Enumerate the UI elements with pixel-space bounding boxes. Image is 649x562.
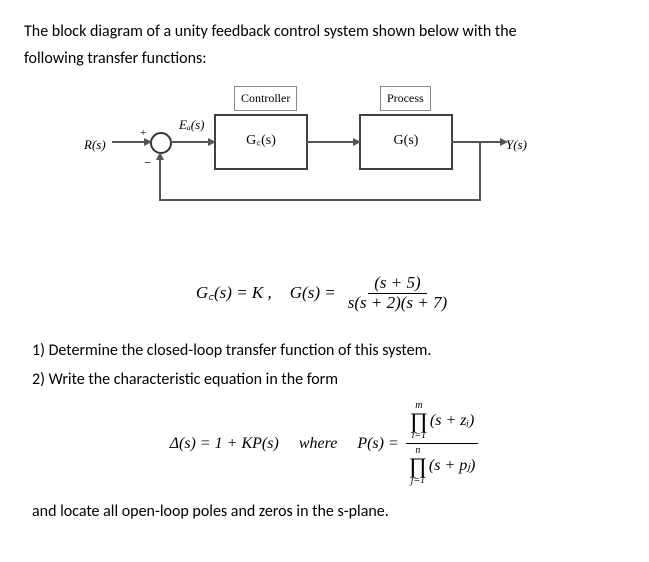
minus-sign: − bbox=[144, 152, 151, 174]
question-2: 2) Write the characteristic equation in … bbox=[32, 366, 625, 393]
bot-term: (s + pⱼ) bbox=[429, 457, 475, 475]
product-bottom: n ∏ j=1 bbox=[409, 446, 427, 486]
arrow-icon bbox=[144, 138, 152, 146]
summing-junction bbox=[150, 132, 172, 154]
p-lhs: P(s) = bbox=[357, 430, 398, 457]
y-signal: Y(s) bbox=[506, 134, 527, 156]
question-list: 1) Determine the closed-loop transfer fu… bbox=[24, 337, 625, 393]
characteristic-equation: Δ(s) = 1 + KP(s) where P(s) = m ∏ i=1 (s… bbox=[24, 399, 625, 488]
controller-tag: Controller bbox=[234, 86, 297, 110]
gc-def: G꜀(s) = K , bbox=[196, 279, 272, 308]
arrow-icon bbox=[353, 138, 361, 146]
top-term: (s + zᵢ) bbox=[430, 412, 474, 430]
closing-text: and locate all open-loop poles and zeros… bbox=[24, 498, 625, 525]
ea-signal: Eₐ(s) bbox=[179, 114, 204, 136]
where-label: where bbox=[299, 430, 338, 457]
g-fraction: (s + 5) s(s + 2)(s + 7) bbox=[342, 274, 453, 312]
p-fraction: m ∏ i=1 (s + zᵢ) n ∏ j=1 (s + pⱼ) bbox=[405, 399, 480, 488]
line-fb-up bbox=[159, 154, 161, 201]
arrow-icon bbox=[500, 138, 508, 146]
g-denominator: s(s + 2)(s + 7) bbox=[342, 294, 453, 313]
arrow-icon bbox=[156, 152, 164, 160]
transfer-functions: G꜀(s) = K , G(s) = (s + 5) s(s + 2)(s + … bbox=[24, 274, 625, 312]
intro-line1: The block diagram of a unity feedback co… bbox=[24, 22, 517, 41]
process-tag: Process bbox=[380, 86, 431, 110]
block-diagram: Controller Process R(s) Eₐ(s) Y(s) + − G… bbox=[84, 84, 564, 254]
line-fb-horiz bbox=[159, 199, 481, 201]
g-numerator: (s + 5) bbox=[368, 274, 426, 294]
intro-text: The block diagram of a unity feedback co… bbox=[24, 18, 625, 72]
g-def-lhs: G(s) = bbox=[290, 279, 336, 308]
r-signal: R(s) bbox=[84, 134, 106, 156]
product-top: m ∏ i=1 bbox=[410, 401, 428, 441]
process-block: G(s) bbox=[359, 114, 453, 170]
arrow-icon bbox=[208, 138, 216, 146]
line-gc-g bbox=[306, 141, 359, 143]
delta-eq: Δ(s) = 1 + KP(s) bbox=[170, 430, 279, 457]
pi-icon: ∏ bbox=[409, 456, 427, 476]
line-fb-down bbox=[479, 141, 481, 201]
pi-icon: ∏ bbox=[410, 411, 428, 431]
question-1: 1) Determine the closed-loop transfer fu… bbox=[32, 337, 625, 364]
intro-line2: following transfer functions: bbox=[24, 49, 207, 68]
controller-block: G꜀(s) bbox=[214, 114, 308, 170]
